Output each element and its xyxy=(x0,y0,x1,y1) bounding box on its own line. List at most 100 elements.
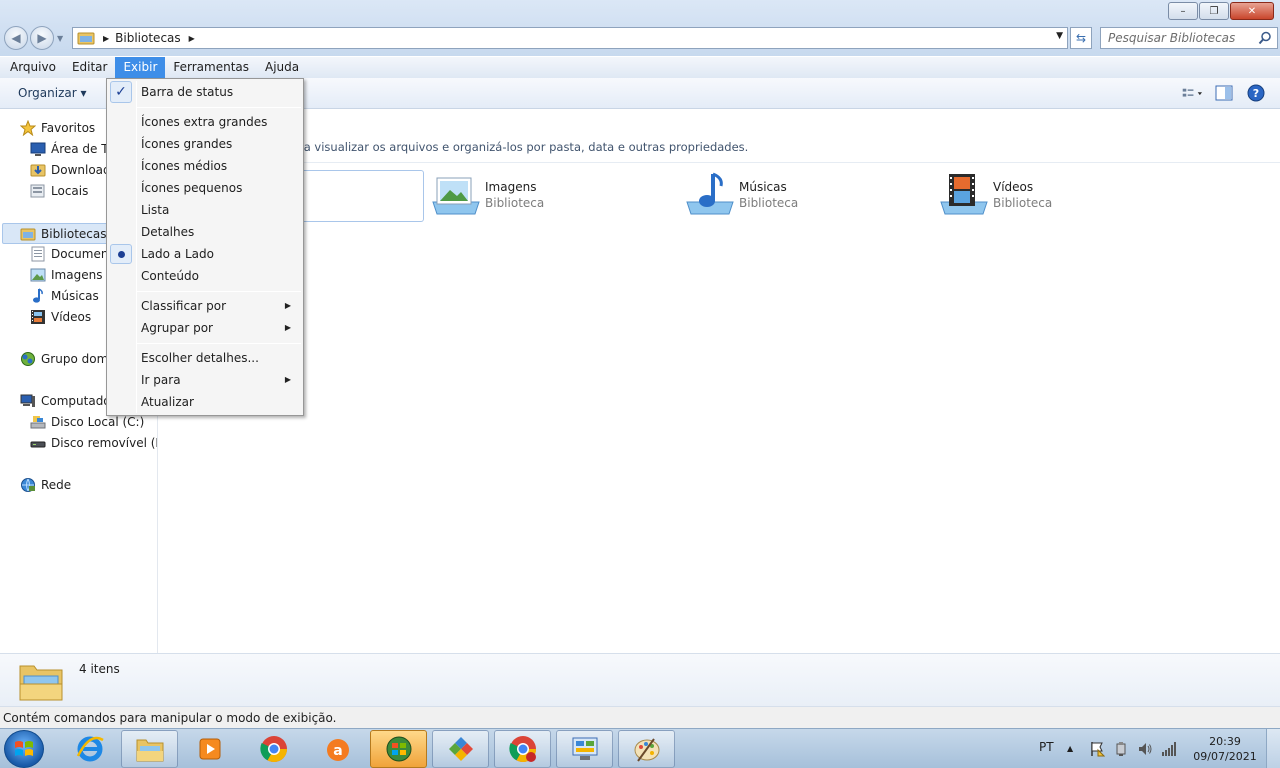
menu-item-choose-details[interactable]: Escolher detalhes... xyxy=(141,351,259,365)
breadcrumb-arrow-icon[interactable]: ▶ xyxy=(189,34,195,43)
clock-date: 09/07/2021 xyxy=(1193,750,1257,763)
menu-item-extra-large-icons[interactable]: Ícones extra grandes xyxy=(141,115,267,129)
nav-videos[interactable]: Vídeos xyxy=(30,309,91,325)
change-view-button[interactable] xyxy=(1182,84,1202,102)
taskbar-chrome[interactable] xyxy=(245,730,302,768)
start-button[interactable] xyxy=(4,730,44,768)
taskbar-control-panel[interactable] xyxy=(556,730,613,768)
taskbar-paint[interactable] xyxy=(618,730,675,768)
nav-label: Vídeos xyxy=(51,310,92,324)
status-text: Contém comandos para manipular o modo de… xyxy=(3,711,337,725)
nav-label: Locais xyxy=(51,184,89,198)
nav-local-disk[interactable]: Disco Local (C:) xyxy=(30,414,144,430)
back-button[interactable]: ◀ xyxy=(4,26,28,50)
nav-desktop[interactable]: Área de Tr xyxy=(30,141,112,157)
taskbar-windows-start-app[interactable] xyxy=(370,730,427,768)
maximize-button[interactable]: ❐ xyxy=(1199,2,1229,20)
explorer-folder-icon xyxy=(136,739,163,762)
menu-item-tiles[interactable]: Lado a Lado xyxy=(141,247,214,261)
breadcrumb-libraries[interactable]: Bibliotecas xyxy=(115,31,180,45)
minimize-button[interactable]: – xyxy=(1168,2,1198,20)
library-tile-videos[interactable]: Vídeos Biblioteca xyxy=(939,172,1052,218)
menu-arquivo[interactable]: Arquivo xyxy=(0,57,64,78)
forward-arrow-icon: ▶ xyxy=(37,31,47,45)
refresh-button[interactable]: ⇆ xyxy=(1070,27,1092,49)
taskbar-media-player[interactable] xyxy=(181,730,238,768)
nav-favorites[interactable]: Favoritos xyxy=(20,120,95,136)
menu-item-refresh[interactable]: Atualizar xyxy=(141,395,194,409)
taskbar-gem-app[interactable] xyxy=(432,730,489,768)
svg-text:a: a xyxy=(333,743,342,759)
menu-item-content[interactable]: Conteúdo xyxy=(141,269,199,283)
item-count: 4 itens xyxy=(79,662,120,676)
menu-item-small-icons[interactable]: Ícones pequenos xyxy=(141,181,242,195)
nav-removable-disk[interactable]: Disco removível (F:) xyxy=(30,435,157,451)
nav-documents[interactable]: Document xyxy=(30,246,113,262)
nav-images[interactable]: Imagens xyxy=(30,267,102,283)
control-panel-icon xyxy=(572,737,597,760)
nav-recent-places[interactable]: Locais xyxy=(30,183,88,199)
selected-view-radio-icon xyxy=(110,244,132,264)
search-input[interactable] xyxy=(1101,28,1251,48)
taskbar-internet-explorer[interactable] xyxy=(61,730,118,768)
menu-item-go-to[interactable]: Ir para xyxy=(141,373,181,387)
volume-icon[interactable] xyxy=(1137,741,1153,757)
nav-music[interactable]: Músicas xyxy=(30,288,99,304)
show-desktop-button[interactable] xyxy=(1266,729,1280,768)
system-clock[interactable]: 20:39 09/07/2021 xyxy=(1192,734,1258,764)
menu-exibir[interactable]: Exibir xyxy=(115,57,166,78)
taskbar-chrome-profile[interactable] xyxy=(494,730,551,768)
documents-icon xyxy=(31,246,45,262)
nav-network[interactable]: Rede xyxy=(20,477,71,493)
windows-orb-icon xyxy=(386,736,411,762)
address-dropdown-icon[interactable]: ▼ xyxy=(1056,31,1063,41)
library-name: Músicas xyxy=(739,180,787,194)
organize-button[interactable]: Organizar ▾ xyxy=(18,86,87,100)
menu-item-group-by[interactable]: Agrupar por xyxy=(141,321,213,335)
nav-computer[interactable]: Computado xyxy=(20,393,111,409)
menu-item-large-icons[interactable]: Ícones grandes xyxy=(141,137,232,151)
nav-label: Document xyxy=(51,247,114,261)
taskbar-avast[interactable]: a xyxy=(309,730,366,768)
search-box[interactable] xyxy=(1100,27,1278,49)
recent-pages-dropdown[interactable]: ▼ xyxy=(57,34,63,43)
menu-item-list[interactable]: Lista xyxy=(141,203,169,217)
library-name: Vídeos xyxy=(993,180,1034,194)
show-hidden-icons-icon[interactable]: ▲ xyxy=(1067,744,1083,760)
language-indicator[interactable]: PT xyxy=(1039,740,1054,754)
libraries-folder-icon xyxy=(77,32,95,45)
forward-button[interactable]: ▶ xyxy=(30,26,54,50)
nav-homegroup[interactable]: Grupo domé xyxy=(20,351,116,367)
address-bar[interactable]: ▶ Bibliotecas ▶ ▼ xyxy=(72,27,1068,49)
library-tile-images[interactable]: Imagens Biblioteca xyxy=(431,172,544,218)
usb-device-icon[interactable] xyxy=(1113,741,1129,757)
menu-item-details[interactable]: Detalhes xyxy=(141,225,194,239)
breadcrumb-arrow-icon[interactable]: ▶ xyxy=(103,34,109,43)
menu-separator xyxy=(137,107,301,108)
network-icon xyxy=(21,478,35,492)
preview-pane-button[interactable] xyxy=(1214,84,1234,102)
action-center-flag-icon[interactable] xyxy=(1089,741,1105,757)
library-tile-music[interactable]: Músicas Biblioteca xyxy=(685,172,798,218)
content-area: ra visualizar os arquivos e organizá-los… xyxy=(159,110,1280,653)
menu-ferramentas[interactable]: Ferramentas xyxy=(165,57,257,78)
videos-library-icon xyxy=(940,174,988,215)
search-icon[interactable] xyxy=(1258,31,1272,45)
navigation-buttons: ◀ ▶ ▼ xyxy=(4,26,63,50)
nav-downloads[interactable]: Download xyxy=(30,162,111,178)
menu-editar[interactable]: Editar xyxy=(64,57,116,78)
help-button[interactable]: ? xyxy=(1246,84,1266,102)
images-library-icon xyxy=(432,177,480,215)
menu-item-medium-icons[interactable]: Ícones médios xyxy=(141,159,227,173)
chrome-profile-icon xyxy=(508,736,536,763)
taskbar-windows-explorer[interactable] xyxy=(121,730,178,768)
nav-label: Músicas xyxy=(51,289,99,303)
windows-logo-icon xyxy=(15,741,33,756)
menu-ajuda[interactable]: Ajuda xyxy=(257,57,307,78)
film-strip-icon xyxy=(31,310,45,324)
libraries-icon xyxy=(20,228,36,240)
close-button[interactable]: ✕ xyxy=(1230,2,1274,20)
menu-item-sort-by[interactable]: Classificar por xyxy=(141,299,226,313)
network-signal-icon[interactable] xyxy=(1161,741,1177,757)
menu-item-status-bar[interactable]: Barra de status xyxy=(141,85,233,99)
